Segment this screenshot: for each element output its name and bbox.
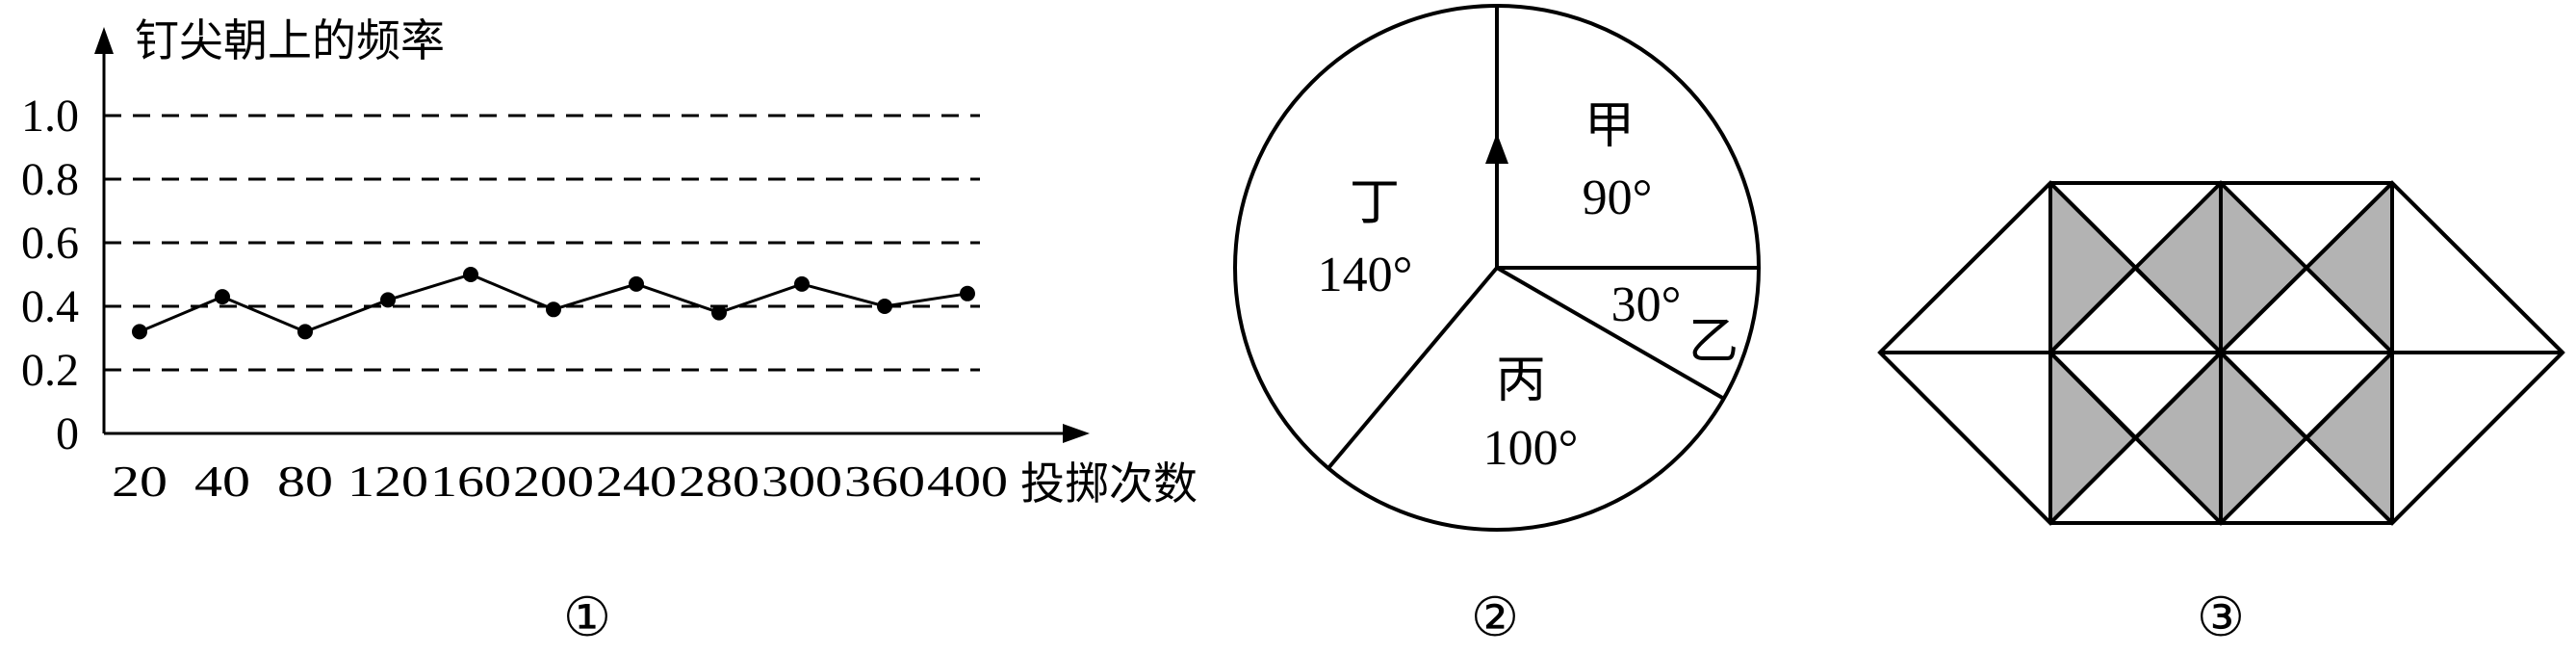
sector-ding-angle: 140° xyxy=(1318,248,1413,302)
figure3-caption: ③ xyxy=(2197,589,2245,648)
y-tick-label: 0.6 xyxy=(21,218,79,269)
shaded-triangle xyxy=(2135,353,2221,523)
figure2-caption: ② xyxy=(1471,589,1519,648)
x-tick-label: 200 xyxy=(513,457,594,506)
y-tick-label: 0.4 xyxy=(21,281,79,332)
sector-jia-angle: 90° xyxy=(1583,170,1653,225)
sector-bing-angle: 100° xyxy=(1483,421,1579,476)
frequency-series-points xyxy=(132,267,975,340)
x-tick-label: 120 xyxy=(348,457,428,506)
figure1-caption: ① xyxy=(563,589,611,648)
frequency-line-chart: 钉尖朝上的频率 投掷次数 0 0.2 0.4 0.6 0.8 1.0 20 40 80 120 1… xyxy=(21,16,1198,648)
right-half-diag-2 xyxy=(2390,351,2564,525)
x-tick-label: 300 xyxy=(761,457,842,506)
data-point xyxy=(546,301,561,318)
shaded-triangle xyxy=(2221,183,2306,353)
data-point xyxy=(380,292,396,308)
left-half-diag-2 xyxy=(1878,351,2052,525)
y-tick-label: 0.2 xyxy=(21,345,79,396)
data-point xyxy=(960,285,975,301)
sector-jia-name: 甲 xyxy=(1584,99,1635,154)
x-axis-arrow xyxy=(1063,424,1090,443)
sector-bing-name: 丙 xyxy=(1496,353,1546,408)
data-point xyxy=(711,304,727,321)
data-point xyxy=(132,324,147,340)
x-tick-label: 160 xyxy=(430,457,511,506)
x-tick-label: 40 xyxy=(194,457,250,506)
y-axis-arrow xyxy=(94,27,114,54)
data-point xyxy=(877,299,892,314)
sector-yi-angle: 30° xyxy=(1611,277,1682,332)
data-point xyxy=(215,289,230,305)
shaded-triangle xyxy=(2050,353,2135,523)
shaded-triangle xyxy=(2221,353,2306,523)
data-point xyxy=(794,275,810,292)
right-half-diag-1 xyxy=(2390,181,2564,354)
tiled-square-pattern: ③ xyxy=(1877,180,2565,648)
left-half-diag-1 xyxy=(1878,181,2052,354)
data-point xyxy=(463,267,478,282)
shaded-triangle xyxy=(2050,183,2135,353)
y-tick-label: 1.0 xyxy=(21,91,79,142)
spinner-pie-diagram: 甲 90° 30° 乙 丙 100° 丁 140° ② xyxy=(1233,4,1761,648)
y-tick-labels: 0 0.2 0.4 0.6 0.8 1.0 xyxy=(21,91,79,459)
x-tick-label: 280 xyxy=(679,457,760,506)
x-tick-label: 20 xyxy=(112,457,167,506)
shaded-triangle xyxy=(2135,183,2221,353)
pointer-arrow-head xyxy=(1485,133,1508,164)
x-tick-label: 400 xyxy=(927,457,1008,506)
data-point xyxy=(629,275,644,292)
data-point xyxy=(297,324,313,340)
shaded-triangle xyxy=(2306,353,2392,523)
tiling-lines xyxy=(1877,180,2565,526)
y-axis-label: 钉尖朝上的频率 xyxy=(135,16,445,65)
x-tick-label: 80 xyxy=(277,457,333,506)
y-tick-label: 0 xyxy=(56,408,79,459)
x-tick-labels: 20 40 80 120 160 200 240 280 300 360 400 xyxy=(112,457,1008,506)
x-tick-label: 360 xyxy=(844,457,925,506)
sector-yi-name: 乙 xyxy=(1688,315,1739,370)
x-axis-label: 投掷次数 xyxy=(1020,459,1198,509)
sector-ding-name: 丁 xyxy=(1350,176,1400,231)
y-tick-label: 0.8 xyxy=(21,154,79,205)
x-tick-label: 240 xyxy=(596,457,677,506)
shaded-triangle xyxy=(2306,183,2392,353)
grid-lines xyxy=(104,114,980,372)
